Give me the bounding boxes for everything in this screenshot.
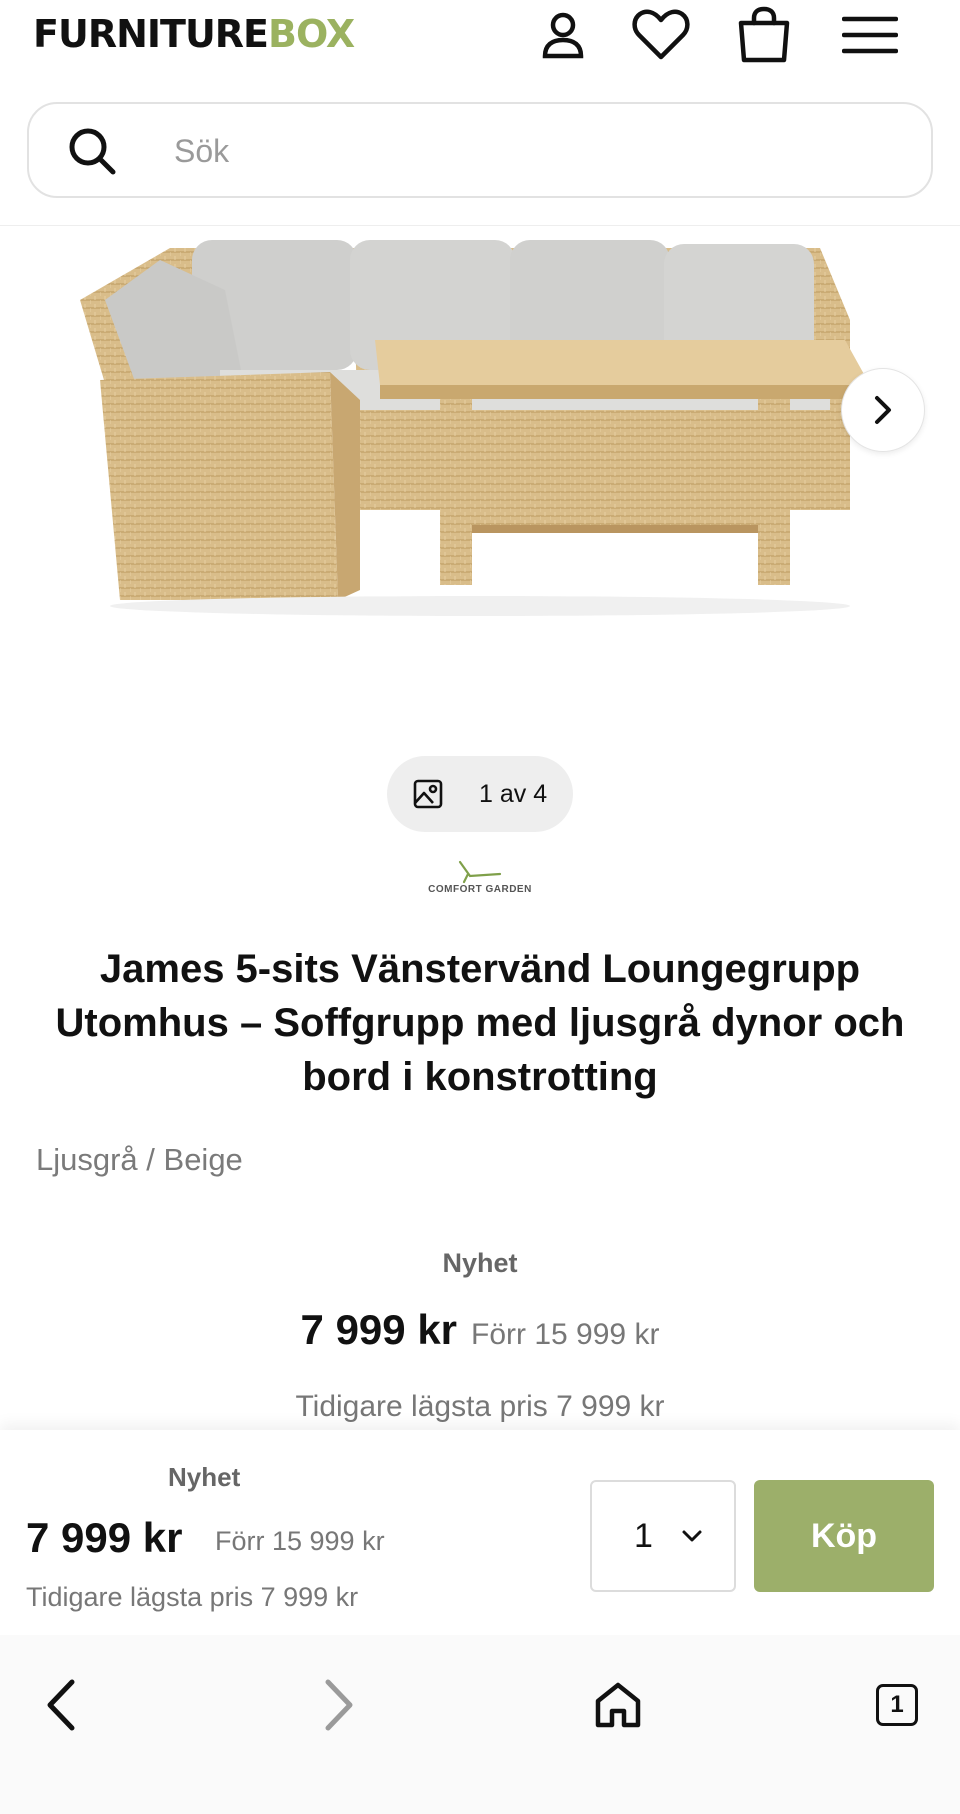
cart-button[interactable] (733, 4, 795, 66)
brand-chair-icon (458, 860, 502, 884)
user-icon (542, 12, 584, 59)
search-input[interactable] (174, 126, 874, 176)
new-badge: Nyhet (442, 1248, 518, 1278)
brand-logo[interactable]: COMFORT GARDEN (420, 858, 540, 898)
brand-name: COMFORT GARDEN (428, 884, 532, 895)
tab-count: 1 (890, 1691, 904, 1718)
bag-icon (738, 6, 790, 63)
tabs-icon: 1 (876, 1684, 918, 1726)
buybar-lowest-price-note: Tidigare lägsta pris 7 999 kr (26, 1582, 359, 1612)
old-price: Förr 15 999 kr (471, 1318, 660, 1351)
site-header: FURNITUREBOX (0, 0, 960, 226)
browser-toolbar: 1 (0, 1635, 960, 1814)
buy-button[interactable]: Köp (754, 1480, 934, 1592)
gallery-counter-text: 1 av 4 (479, 780, 548, 808)
home-icon (595, 1682, 641, 1728)
buybar-new-badge: Nyhet (168, 1462, 241, 1492)
image-icon (413, 779, 443, 809)
chevron-down-icon (682, 1530, 702, 1542)
tabs-button[interactable]: 1 (857, 1665, 937, 1745)
current-price: 7 999 kr (300, 1306, 458, 1353)
buybar-current-price: 7 999 kr (26, 1514, 183, 1561)
lounge-set-image (80, 240, 870, 616)
quantity-value: 1 (634, 1517, 653, 1555)
forward-icon (325, 1679, 353, 1731)
logo-text-furniture: FURNITURE (33, 12, 269, 56)
home-button[interactable] (578, 1665, 658, 1745)
gallery-counter[interactable]: 1 av 4 (387, 756, 573, 832)
menu-button[interactable] (839, 4, 901, 66)
search-icon (69, 128, 116, 175)
wishlist-button[interactable] (630, 4, 692, 66)
price-row: 7 999 kr Förr 15 999 kr (0, 1306, 960, 1354)
menu-icon (842, 16, 898, 54)
lowest-price-note: Tidigare lägsta pris 7 999 kr (295, 1390, 665, 1423)
product-variant: Ljusgrå / Beige (36, 1142, 243, 1177)
logo-text-box: BOX (268, 12, 355, 56)
account-button[interactable] (532, 4, 594, 66)
gallery-next-button[interactable] (841, 368, 925, 452)
sticky-buy-bar: Nyhet 7 999 kr Förr 15 999 kr Tidigare l… (0, 1430, 960, 1635)
quantity-select[interactable]: 1 (590, 1480, 736, 1592)
heart-icon (632, 9, 690, 60)
product-image[interactable] (0, 226, 960, 646)
chevron-right-icon (875, 396, 891, 424)
buybar-old-price: Förr 15 999 kr (215, 1526, 385, 1556)
product-title: James 5-sits Vänstervänd Loungegrupp Uto… (55, 947, 905, 1099)
back-button[interactable] (22, 1665, 102, 1745)
site-logo[interactable]: FURNITUREBOX (33, 10, 355, 58)
forward-button[interactable] (298, 1665, 378, 1745)
search-bar[interactable] (27, 102, 933, 198)
back-icon (47, 1679, 75, 1731)
